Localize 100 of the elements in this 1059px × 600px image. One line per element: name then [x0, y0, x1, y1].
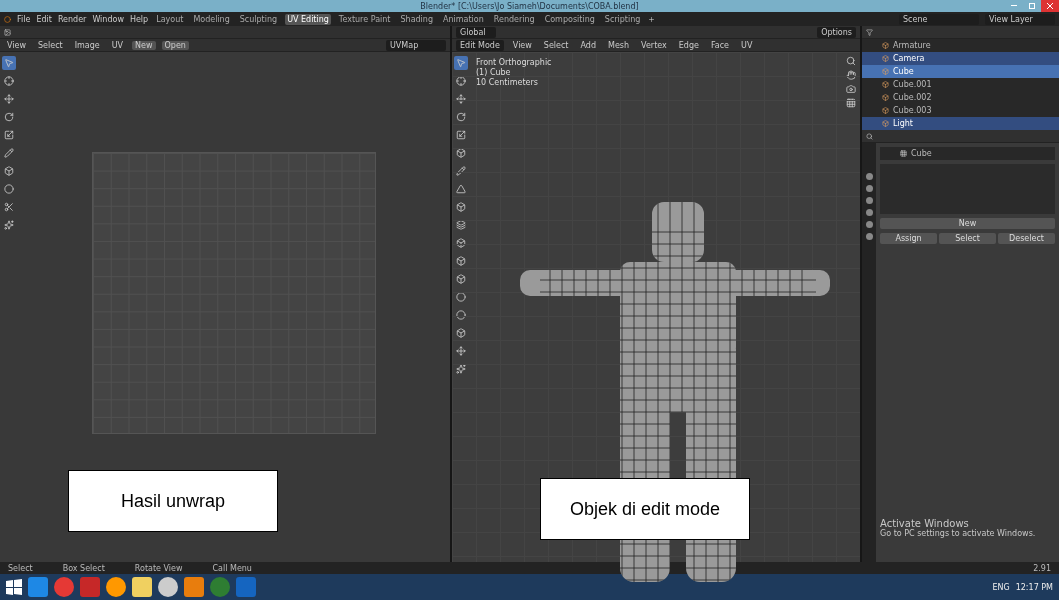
close-icon [1047, 3, 1053, 9]
close-button[interactable] [1041, 0, 1059, 12]
options-field[interactable]: Options [817, 26, 856, 38]
circle-icon[interactable] [2, 182, 16, 196]
pencil-icon[interactable] [454, 164, 468, 178]
workspace-tab[interactable]: Scripting [602, 13, 643, 25]
vertex-group-row[interactable]: Cube [880, 147, 1055, 160]
clock-text: 12:17 PM [1015, 582, 1053, 592]
scene-field[interactable]: Scene [899, 13, 979, 25]
status-text: Rotate View [134, 563, 183, 573]
menu-item[interactable]: Edge [675, 40, 702, 50]
panel-button[interactable]: Select [939, 233, 996, 244]
object-icon [882, 68, 889, 75]
filter-icon[interactable] [866, 28, 873, 36]
grid-icon[interactable] [846, 98, 856, 108]
new-button[interactable]: New [880, 218, 1055, 229]
hand-icon[interactable] [846, 70, 856, 80]
status-text: Box Select [62, 563, 105, 573]
new-button[interactable]: New [132, 40, 156, 50]
search-icon[interactable] [866, 132, 873, 140]
activation-text: Go to PC settings to activate Windows. [880, 529, 1037, 538]
workspace-tab[interactable]: Texture Paint [336, 13, 393, 25]
viewport-info-text: Front Orthographic [476, 58, 552, 67]
crosshair-icon[interactable] [454, 74, 468, 88]
menu-item[interactable]: Select [35, 40, 66, 50]
rotate-icon[interactable] [454, 110, 468, 124]
windows-icon[interactable] [6, 579, 22, 595]
menu-item[interactable]: View [509, 40, 535, 50]
object-icon [882, 42, 889, 49]
menu-item[interactable]: Face [707, 40, 733, 50]
sparkle-icon[interactable] [454, 362, 468, 376]
cursor-icon[interactable] [2, 56, 16, 70]
app-icon[interactable] [158, 577, 178, 597]
add-icon[interactable] [648, 15, 656, 23]
layers-icon[interactable] [454, 218, 468, 232]
box-icon[interactable] [454, 200, 468, 214]
box-icon[interactable] [2, 164, 16, 178]
open-button[interactable]: Open [161, 40, 189, 50]
menu-item[interactable]: Edit [36, 14, 52, 24]
menu-item[interactable]: UV [108, 40, 127, 50]
menu-item[interactable]: Image [71, 40, 103, 50]
uv-map-field[interactable]: UVMap [386, 39, 446, 51]
scale-icon[interactable] [454, 128, 468, 142]
box-icon[interactable] [454, 326, 468, 340]
view-layer-field[interactable]: View Layer [985, 13, 1055, 25]
cursor-icon[interactable] [454, 56, 468, 70]
workspace-tab[interactable]: Rendering [491, 13, 537, 25]
object-icon [882, 55, 889, 62]
pencil-icon[interactable] [2, 146, 16, 160]
outliner-row[interactable]: Cube [862, 65, 1059, 78]
triangle-icon[interactable] [454, 182, 468, 196]
viewport-info-text: 10 Centimeters [476, 78, 539, 87]
transform-field[interactable]: Global [456, 26, 496, 38]
workspace-tab[interactable]: Shading [398, 13, 435, 25]
menu-item[interactable]: Help [129, 14, 149, 24]
menu-item[interactable]: Add [577, 40, 599, 50]
scale-icon[interactable] [2, 128, 16, 142]
crosshair-icon[interactable] [2, 74, 16, 88]
circle-icon[interactable] [454, 290, 468, 304]
scissors-icon[interactable] [2, 200, 16, 214]
workspace-tab[interactable]: Modeling [191, 13, 232, 25]
workspace-tab[interactable]: Compositing [542, 13, 597, 25]
box-icon[interactable] [454, 236, 468, 250]
outliner-row[interactable]: Camera [862, 52, 1059, 65]
menu-item[interactable]: Render [57, 14, 87, 24]
panel-button[interactable]: Deselect [998, 233, 1055, 244]
box-icon[interactable] [454, 146, 468, 160]
menu-item[interactable]: View [4, 40, 29, 50]
workspace-tab[interactable]: Animation [441, 13, 486, 25]
image-icon[interactable] [4, 28, 11, 36]
move-icon[interactable] [2, 92, 16, 106]
workspace-tab[interactable]: Sculpting [237, 13, 280, 25]
outliner-row[interactable]: Light [862, 117, 1059, 130]
object-icon [882, 107, 889, 114]
menu-item[interactable]: Window [92, 14, 124, 24]
menu-item[interactable]: File [17, 14, 31, 24]
version-text: 2.91 [1033, 563, 1051, 573]
move-icon[interactable] [454, 92, 468, 106]
workspace-tab[interactable]: Layout [154, 13, 186, 25]
search-icon[interactable] [846, 56, 856, 66]
box-icon[interactable] [454, 272, 468, 286]
panel-button[interactable]: Assign [880, 233, 937, 244]
workspace-tab[interactable]: UV Editing [285, 13, 331, 25]
menu-item[interactable]: Mesh [605, 40, 633, 50]
app-icon[interactable] [106, 577, 126, 597]
status-text: Call Menu [212, 563, 252, 573]
mode-field[interactable]: Edit Mode [456, 39, 504, 51]
move-icon[interactable] [454, 344, 468, 358]
caption-label: Objek di edit mode [540, 478, 750, 540]
viewport-info-text: (1) Cube [476, 68, 512, 77]
sparkle-icon[interactable] [2, 218, 16, 232]
menu-item[interactable]: UV [738, 40, 756, 50]
minimize-icon [1011, 5, 1017, 7]
camera-icon[interactable] [846, 84, 856, 94]
menu-item[interactable]: Select [540, 40, 572, 50]
sphere-icon[interactable] [454, 308, 468, 322]
menu-item[interactable]: Vertex [638, 40, 670, 50]
maximize-icon [1029, 3, 1035, 9]
box-icon[interactable] [454, 254, 468, 268]
rotate-icon[interactable] [2, 110, 16, 124]
